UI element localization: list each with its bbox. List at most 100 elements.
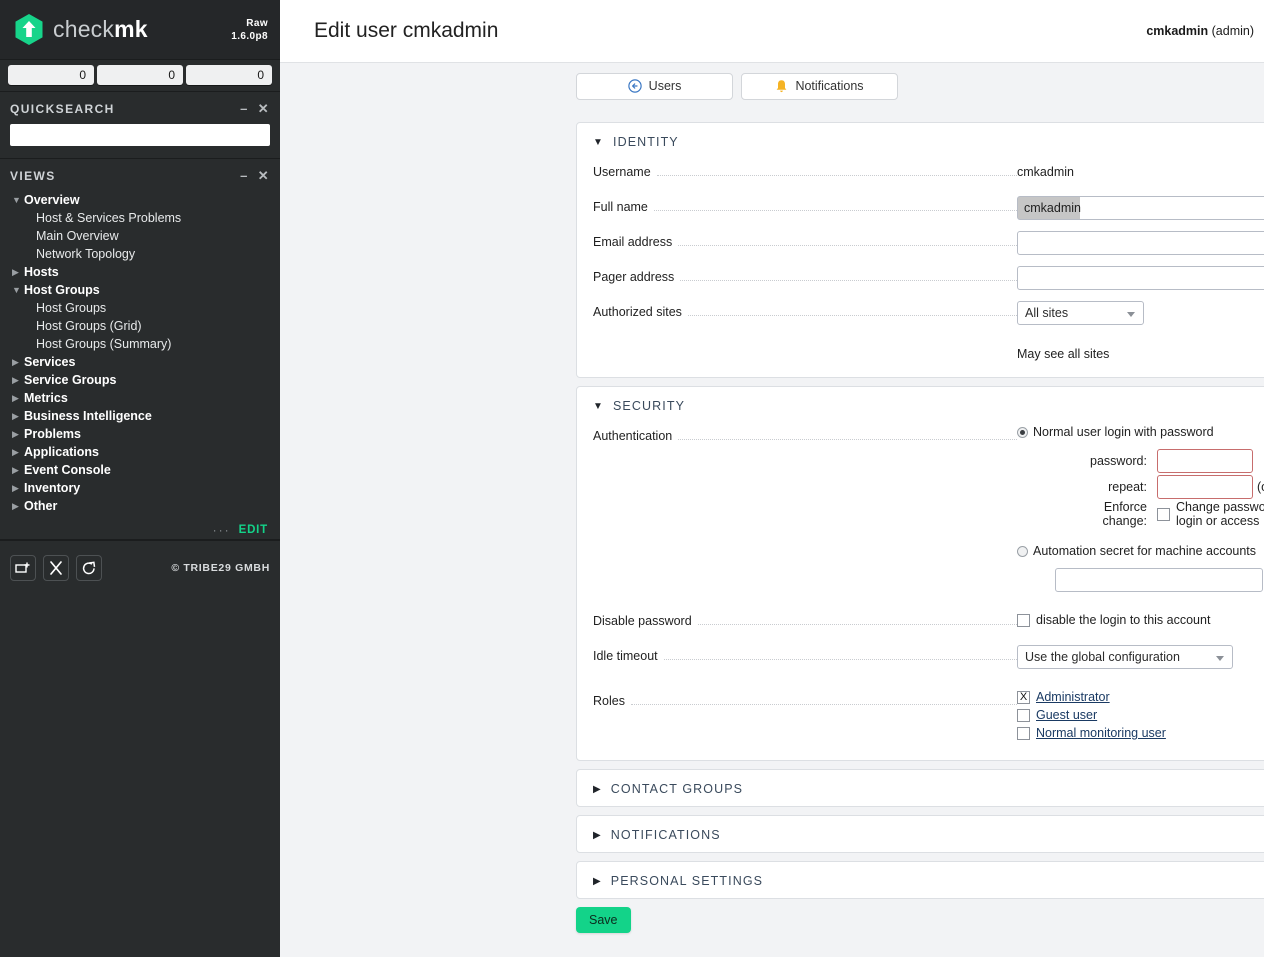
quicksearch-title: QUICKSEARCH	[10, 102, 115, 116]
sidebar-item-metrics[interactable]: ▶ Metrics	[0, 389, 280, 407]
sidebar-item-host-groups-summary[interactable]: Host Groups (Summary)	[0, 335, 280, 353]
current-user: cmkadmin (admin)	[1146, 24, 1254, 38]
chevron-right-icon: ▶	[593, 875, 602, 887]
repeat-password-field[interactable]	[1157, 475, 1253, 499]
sidebar-item-inventory[interactable]: ▶ Inventory	[0, 479, 280, 497]
counter-bar: 0 0 0	[0, 60, 280, 92]
sidebar-item-overview[interactable]: ▼ Overview	[0, 191, 280, 209]
section-identity-header[interactable]: ▼ IDENTITY	[577, 123, 1264, 159]
repeat-row: repeat: (optional)	[1059, 474, 1264, 500]
radio-normal-login[interactable]: Normal user login with password	[1017, 425, 1264, 439]
authentication-label: Authentication	[593, 429, 673, 443]
section-header[interactable]: ▶ NOTIFICATIONS	[577, 816, 1264, 852]
sidebar-item-services[interactable]: ▶ Services	[0, 353, 280, 371]
radio-normal-login-input[interactable]	[1017, 426, 1028, 438]
field-idle-timeout: Idle timeout Use the global configuratio…	[593, 643, 1264, 678]
counter-box-1[interactable]: 0	[8, 65, 94, 85]
dot-leader	[678, 245, 1017, 246]
section-identity-title: IDENTITY	[613, 135, 679, 149]
automation-secret-field[interactable]	[1055, 568, 1263, 592]
tab-users[interactable]: Users	[576, 72, 733, 100]
section-security-header[interactable]: ▼ SECURITY	[577, 387, 1264, 423]
sidebar-item-network-topology[interactable]: Network Topology	[0, 245, 280, 263]
sidebar-item-event-console[interactable]: ▶ Event Console	[0, 461, 280, 479]
chevron-right-icon[interactable]: ▶	[12, 372, 24, 388]
email-field[interactable]	[1017, 231, 1264, 255]
radio-automation-secret[interactable]: Automation secret for machine accounts	[1017, 544, 1264, 558]
close-icon[interactable]: ✕	[258, 169, 270, 182]
sidebar-item-hosts[interactable]: ▶ Hosts	[0, 263, 280, 281]
chevron-right-icon[interactable]: ▶	[12, 354, 24, 370]
brand-logo[interactable]: checkmk	[14, 13, 148, 46]
pager-value-wrap	[1017, 264, 1264, 290]
tab-notifications[interactable]: Notifications	[741, 72, 898, 100]
role-checkbox[interactable]	[1017, 708, 1030, 722]
minimize-icon[interactable]: –	[240, 169, 249, 182]
chevron-right-icon[interactable]: ▶	[12, 264, 24, 280]
role-link[interactable]: Administrator	[1036, 690, 1110, 704]
counter-box-3[interactable]: 0	[186, 65, 272, 85]
section-identity: ▼ IDENTITY Username cmkadmin Full name c…	[576, 122, 1264, 378]
chevron-right-icon[interactable]: ▶	[12, 462, 24, 478]
field-authorized-sites: Authorized sites All sites May see all s…	[593, 299, 1264, 361]
authorized-sites-select[interactable]: All sites	[1017, 301, 1144, 325]
chevron-right-icon[interactable]: ▶	[12, 498, 24, 514]
pager-label: Pager address	[593, 270, 675, 284]
role-checkbox[interactable]	[1017, 726, 1030, 740]
chevron-right-icon[interactable]: ▶	[12, 426, 24, 442]
disable-login-checkbox[interactable]	[1017, 613, 1030, 627]
radio-automation-secret-label: Automation secret for machine accounts	[1033, 544, 1257, 558]
sidebar-item-host-services-problems[interactable]: Host & Services Problems	[0, 209, 280, 227]
chevron-right-icon[interactable]: ▶	[12, 444, 24, 460]
counter-box-2[interactable]: 0	[97, 65, 183, 85]
logout-icon[interactable]	[76, 555, 102, 581]
add-snapin-icon[interactable]	[10, 555, 36, 581]
section-header[interactable]: ▶ CONTACT GROUPS	[577, 770, 1264, 806]
brand-check: check	[53, 16, 115, 42]
role-checkbox[interactable]: X	[1017, 690, 1030, 704]
views-edit-link[interactable]: EDIT	[239, 524, 268, 536]
roles-list: X Administrator Guest user Normal monitorin…	[1017, 688, 1264, 744]
tab-bar: Users Notifications	[280, 62, 1264, 109]
section-header[interactable]: ▶ PERSONAL SETTINGS	[577, 862, 1264, 898]
sidebar-item-service-groups[interactable]: ▶ Service Groups	[0, 371, 280, 389]
sidebar-item-host-groups[interactable]: Host Groups	[0, 299, 280, 317]
username-value-wrap: cmkadmin	[1017, 159, 1264, 179]
chevron-right-icon[interactable]: ▶	[12, 408, 24, 424]
enforce-change-label: Enforce change:	[1102, 500, 1147, 528]
pager-label-wrap: Pager address	[593, 264, 1017, 284]
dot-leader	[697, 624, 1017, 625]
quicksearch-title-bar: QUICKSEARCH – ✕	[0, 92, 280, 124]
section-title: PERSONAL SETTINGS	[610, 874, 764, 888]
sidebar-item-host-groups[interactable]: ▼ Host Groups	[0, 281, 280, 299]
section-security: ▼ SECURITY Authentication Normal user lo…	[576, 386, 1264, 761]
chevron-right-icon[interactable]: ▶	[12, 480, 24, 496]
chevron-down-icon[interactable]: ▼	[12, 282, 24, 298]
sidebar-item-business-intelligence[interactable]: ▶ Business Intelligence	[0, 407, 280, 425]
pager-field[interactable]	[1017, 266, 1264, 290]
idle-timeout-select[interactable]: Use the global configuration	[1017, 645, 1233, 669]
sidebar-item-problems[interactable]: ▶ Problems	[0, 425, 280, 443]
sidebar-item-host-groups-grid[interactable]: Host Groups (Grid)	[0, 317, 280, 335]
enforce-change-checkbox[interactable]	[1157, 507, 1170, 521]
radio-automation-secret-input[interactable]	[1017, 545, 1028, 557]
views-more-dots[interactable]: ···	[213, 523, 231, 537]
minimize-icon[interactable]: –	[240, 102, 249, 115]
role-link[interactable]: Normal monitoring user	[1036, 726, 1166, 740]
sidebar-item-main-overview[interactable]: Main Overview	[0, 227, 280, 245]
password-field[interactable]	[1157, 449, 1253, 473]
sidebar-item-label: Service Groups	[24, 373, 117, 387]
fullname-field[interactable]	[1017, 196, 1264, 220]
sidebar-item-other[interactable]: ▶ Other	[0, 497, 280, 515]
sidebar-item-applications[interactable]: ▶ Applications	[0, 443, 280, 461]
repeat-optional-note: (optional)	[1257, 480, 1264, 494]
brand-text: checkmk	[53, 16, 148, 43]
tools-icon[interactable]	[43, 555, 69, 581]
search-input[interactable]	[10, 124, 270, 146]
chevron-down-icon[interactable]: ▼	[12, 192, 24, 208]
role-link[interactable]: Guest user	[1036, 708, 1097, 722]
sidebar-item-label: Metrics	[24, 391, 68, 405]
chevron-right-icon[interactable]: ▶	[12, 390, 24, 406]
close-icon[interactable]: ✕	[258, 102, 270, 115]
save-button[interactable]: Save	[576, 907, 631, 933]
